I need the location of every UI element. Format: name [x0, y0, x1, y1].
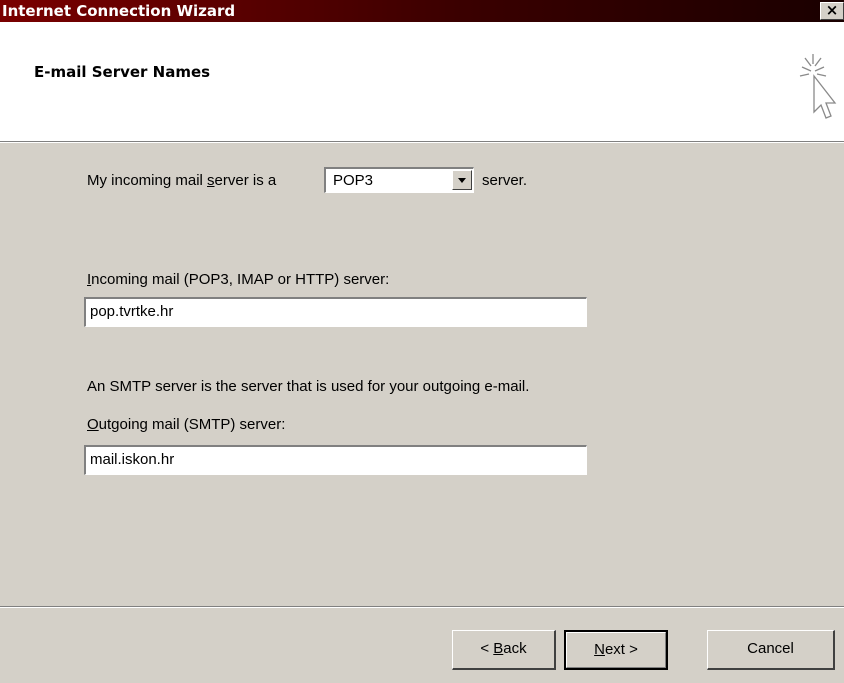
incoming-type-label: My incoming mail server is a [87, 172, 276, 189]
back-button-accel: B [493, 640, 504, 657]
wizard-window: Internet Connection Wizard × E-mail Serv… [0, 0, 844, 683]
title-bar[interactable]: Internet Connection Wizard × [0, 0, 844, 22]
incoming-server-type-value: POP3 [333, 172, 374, 189]
incoming-server-value: pop.tvrtke.hr [90, 303, 174, 320]
incoming-server-label: Incoming mail (POP3, IMAP or HTTP) serve… [87, 271, 389, 288]
back-button[interactable]: < Back [452, 630, 556, 670]
outgoing-server-input[interactable]: mail.iskon.hr [84, 445, 587, 475]
incoming-server-input[interactable]: pop.tvrtke.hr [84, 297, 587, 327]
incoming-type-label-rest: erver is a [214, 172, 277, 189]
footer-divider-highlight [0, 607, 844, 608]
chevron-down-icon [458, 178, 466, 183]
back-button-rest: ack [503, 640, 527, 657]
back-button-prefix: < [480, 640, 494, 657]
wizard-header: E-mail Server Names [0, 22, 844, 141]
outgoing-server-label-rest: utgoing mail (SMTP) server: [98, 416, 286, 433]
incoming-server-type-select[interactable]: POP3 [324, 167, 474, 193]
page-title: E-mail Server Names [34, 63, 211, 81]
incoming-type-suffix: server. [482, 172, 528, 189]
dropdown-button[interactable] [452, 170, 472, 190]
outgoing-server-value: mail.iskon.hr [90, 451, 175, 468]
window-title: Internet Connection Wizard [2, 2, 236, 20]
header-divider-highlight [0, 142, 844, 143]
next-button-rest: ext > [604, 641, 638, 658]
next-button-label: Next > [594, 641, 638, 658]
incoming-type-label-prefix: My incoming mail [87, 172, 208, 189]
next-button-accel: N [594, 641, 605, 658]
outgoing-server-label-accel: O [87, 416, 99, 433]
incoming-type-label-accel: s [207, 172, 215, 189]
wizard-cursor-icon [799, 54, 837, 119]
close-icon: × [825, 1, 839, 19]
incoming-server-label-rest: ncoming mail (POP3, IMAP or HTTP) server… [91, 271, 390, 288]
close-button[interactable]: × [820, 2, 844, 20]
cancel-button[interactable]: Cancel [707, 630, 835, 670]
next-button[interactable]: Next > [564, 630, 668, 670]
smtp-info-text: An SMTP server is the server that is use… [87, 378, 530, 395]
outgoing-server-label: Outgoing mail (SMTP) server: [87, 416, 285, 433]
